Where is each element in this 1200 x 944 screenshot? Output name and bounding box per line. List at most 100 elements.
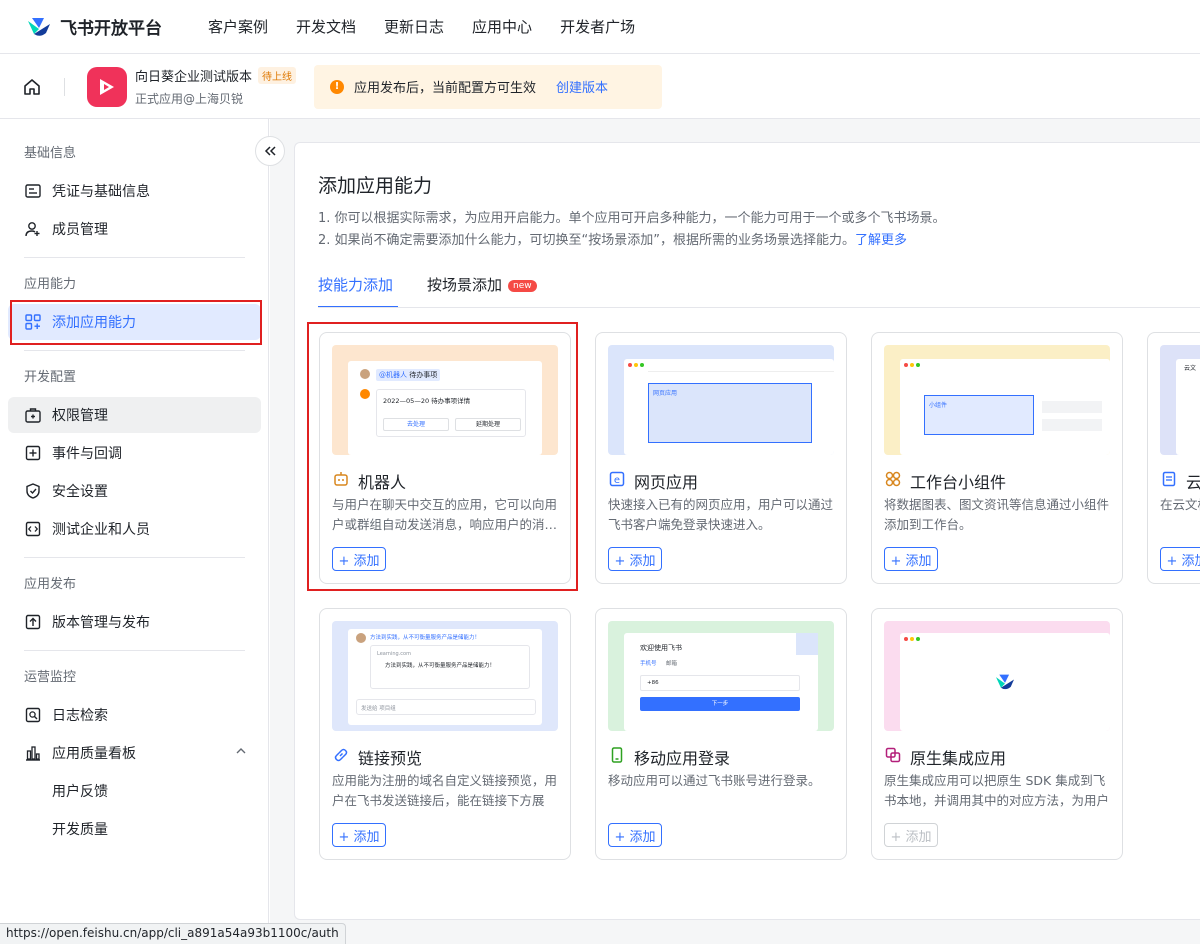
sunflower-app-icon xyxy=(100,78,114,95)
tab-label: 按场景添加 xyxy=(427,276,503,294)
app-name: 向日葵企业测试版本 xyxy=(135,70,253,85)
feishu-logo-icon xyxy=(28,17,50,36)
card-native-integration[interactable]: 原生集成应用 原生集成应用可以把原生 SDK 集成到飞书本地，并调用其中的对应方… xyxy=(871,608,1123,860)
chevron-up-icon[interactable] xyxy=(235,745,247,761)
description-line-2: 2. 如果尚不确定需要添加什么能力，可切换至“按场景添加”，根据所需的业务场景选… xyxy=(318,229,907,248)
browser-status-bar: https://open.feishu.cn/app/cli_a891a54a9… xyxy=(0,923,346,944)
web-e-icon: e xyxy=(608,470,626,488)
window-dot xyxy=(640,363,644,367)
cloud-preview-label: 云文 xyxy=(1184,365,1197,372)
sidebar-item-logs[interactable]: 日志检索 xyxy=(8,697,261,733)
add-widget-button[interactable]: + 添加 xyxy=(884,547,938,571)
card-mobile-login[interactable]: 欢迎使用飞书 手机号 邮箱 +86 下一步 移动应用登录 移动应用可以通过飞书账… xyxy=(595,608,847,860)
notice-text: 应用发布后，当前配置方可生效 xyxy=(354,81,537,96)
window-dot xyxy=(916,637,920,641)
sidebar-item-credentials[interactable]: 凭证与基础信息 xyxy=(8,173,261,209)
mobile-preview-welcome: 欢迎使用飞书 xyxy=(640,644,682,652)
highlight-box xyxy=(10,300,262,345)
description-line-1: 1. 你可以根据实际需求，为应用开启能力。单个应用可开启多种能力，一个能力可用于… xyxy=(318,211,946,226)
sidebar-item-quality[interactable]: 应用质量看板 xyxy=(8,735,261,771)
card-title: 云 xyxy=(1186,469,1200,493)
sidebar-item-security[interactable]: 安全设置 xyxy=(8,473,261,509)
native-preview-window xyxy=(900,633,1110,731)
link-preview-message: 方法到实践，从不可衡量服务产品是储能力！ xyxy=(370,635,481,641)
native-preview xyxy=(884,621,1110,731)
divider xyxy=(24,350,245,351)
home-button[interactable] xyxy=(0,55,64,119)
nav-dev-plaza[interactable]: 开发者广场 xyxy=(560,16,635,37)
sidebar-item-label: 版本管理与发布 xyxy=(52,615,150,631)
link-preview-site: Learning.com xyxy=(377,651,411,657)
card-title: 网页应用 xyxy=(634,473,699,492)
sidebar-item-members[interactable]: 成员管理 xyxy=(8,211,261,247)
window-dot xyxy=(628,363,632,367)
sidebar-item-label: 日志检索 xyxy=(52,708,108,724)
window-dot xyxy=(910,637,914,641)
sidebar-item-label: 事件与回调 xyxy=(52,446,122,462)
sidebar: 基础信息 凭证与基础信息 成员管理 应用能力 添加应用能力 开发配置 权限管理 … xyxy=(0,119,269,944)
web-app-frame-label: 网页应用 xyxy=(653,390,678,397)
add-link-preview-button[interactable]: + 添加 xyxy=(332,823,386,847)
create-version-link[interactable]: 创建版本 xyxy=(556,77,608,96)
card-widget[interactable]: 小组件 工作台小组件 将数据图表、图文资讯等信息通过小组件添加到工作台。 + 添… xyxy=(871,332,1123,584)
app-subtitle: 正式应用@上海贝锐 xyxy=(135,92,244,106)
publish-notice: ! 应用发布后，当前配置方可生效 创建版本 xyxy=(314,64,663,109)
add-cloud-doc-button[interactable]: + 添加 xyxy=(1160,547,1200,571)
window-dot xyxy=(904,363,908,367)
divider xyxy=(64,77,65,96)
sidebar-item-dev-quality[interactable]: 开发质量 xyxy=(8,811,261,847)
sidebar-item-label: 用户反馈 xyxy=(52,784,108,800)
card-link-preview[interactable]: 方法到实践，从不可衡量服务产品是储能力！ Learning.com 方法到实践，… xyxy=(319,608,571,860)
sidebar-item-feedback[interactable]: 用户反馈 xyxy=(8,773,261,809)
cloud-preview-window: 云文 xyxy=(1176,359,1200,455)
mobile-preview-tab: 邮箱 xyxy=(666,661,678,667)
placeholder-block xyxy=(1042,419,1102,431)
top-nav: 飞书开放平台 客户案例 开发文档 更新日志 应用中心 开发者广场 xyxy=(0,0,1200,54)
learn-more-link[interactable]: 了解更多 xyxy=(855,233,907,248)
mobile-preview-window: 欢迎使用飞书 手机号 邮箱 +86 下一步 xyxy=(624,633,818,731)
brand[interactable]: 飞书开放平台 xyxy=(26,14,208,39)
widget-frame: 小组件 xyxy=(924,395,1034,435)
add-native-integration-button[interactable]: + 添加 xyxy=(884,823,938,847)
link-preview: 方法到实践，从不可衡量服务产品是储能力！ Learning.com 方法到实践，… xyxy=(332,621,558,731)
card-description: 将数据图表、图文资讯等信息通过小组件添加到工作台。 xyxy=(884,497,1110,532)
sidebar-item-label: 开发质量 xyxy=(52,822,108,838)
document-icon xyxy=(1160,470,1178,488)
collapse-sidebar-button[interactable] xyxy=(255,136,285,166)
log-search-icon xyxy=(24,706,42,724)
sidebar-item-label: 成员管理 xyxy=(52,222,108,238)
card-title: 移动应用登录 xyxy=(634,749,731,768)
sidebar-group-release: 应用发布 xyxy=(24,577,77,592)
nav-app-center[interactable]: 应用中心 xyxy=(472,16,532,37)
feishu-logo-icon xyxy=(996,674,1014,690)
nav-customer-cases[interactable]: 客户案例 xyxy=(208,16,268,37)
add-mobile-login-button[interactable]: + 添加 xyxy=(608,823,662,847)
card-web-app[interactable]: 网页应用 e 网页应用 快速接入已有的网页应用，用户可以通过飞书客户端免登录快速… xyxy=(595,332,847,584)
mobile-preview: 欢迎使用飞书 手机号 邮箱 +86 下一步 xyxy=(608,621,834,731)
mobile-phone-icon xyxy=(608,746,626,764)
widget-grid-icon xyxy=(884,470,902,488)
add-web-app-button[interactable]: + 添加 xyxy=(608,547,662,571)
card-cloud-doc[interactable]: 云文 云 在云文档 + 添加 xyxy=(1147,332,1200,584)
description-text: 2. 如果尚不确定需要添加什么能力，可切换至“按场景添加”，根据所需的业务场景选… xyxy=(318,233,856,248)
window-dot xyxy=(916,363,920,367)
page-title: 添加应用能力 xyxy=(318,175,433,197)
window-divider xyxy=(648,371,834,372)
tab-by-scene[interactable]: 按场景添加 new xyxy=(427,274,537,308)
divider xyxy=(24,650,245,651)
card-description: 移动应用可以通过飞书账号进行登录。 xyxy=(608,773,821,788)
card-description: 原生集成应用可以把原生 SDK 集成到飞书本地，并调用其中的对应方法，为用户提… xyxy=(884,773,1110,808)
sidebar-item-versions[interactable]: 版本管理与发布 xyxy=(8,604,261,640)
sidebar-item-events[interactable]: 事件与回调 xyxy=(8,435,261,471)
sidebar-item-test-org[interactable]: 测试企业和人员 xyxy=(8,511,261,547)
sidebar-item-label: 权限管理 xyxy=(52,408,108,424)
nav-changelog[interactable]: 更新日志 xyxy=(384,16,444,37)
highlight-box xyxy=(307,322,578,591)
tab-by-ability[interactable]: 按能力添加 xyxy=(318,274,398,308)
code-box-icon xyxy=(24,520,42,538)
sidebar-item-permissions[interactable]: 权限管理 xyxy=(8,397,261,433)
svg-text:e: e xyxy=(614,475,620,486)
divider xyxy=(24,557,245,558)
card-description: 在云文档 xyxy=(1160,497,1200,512)
nav-dev-docs[interactable]: 开发文档 xyxy=(296,16,356,37)
